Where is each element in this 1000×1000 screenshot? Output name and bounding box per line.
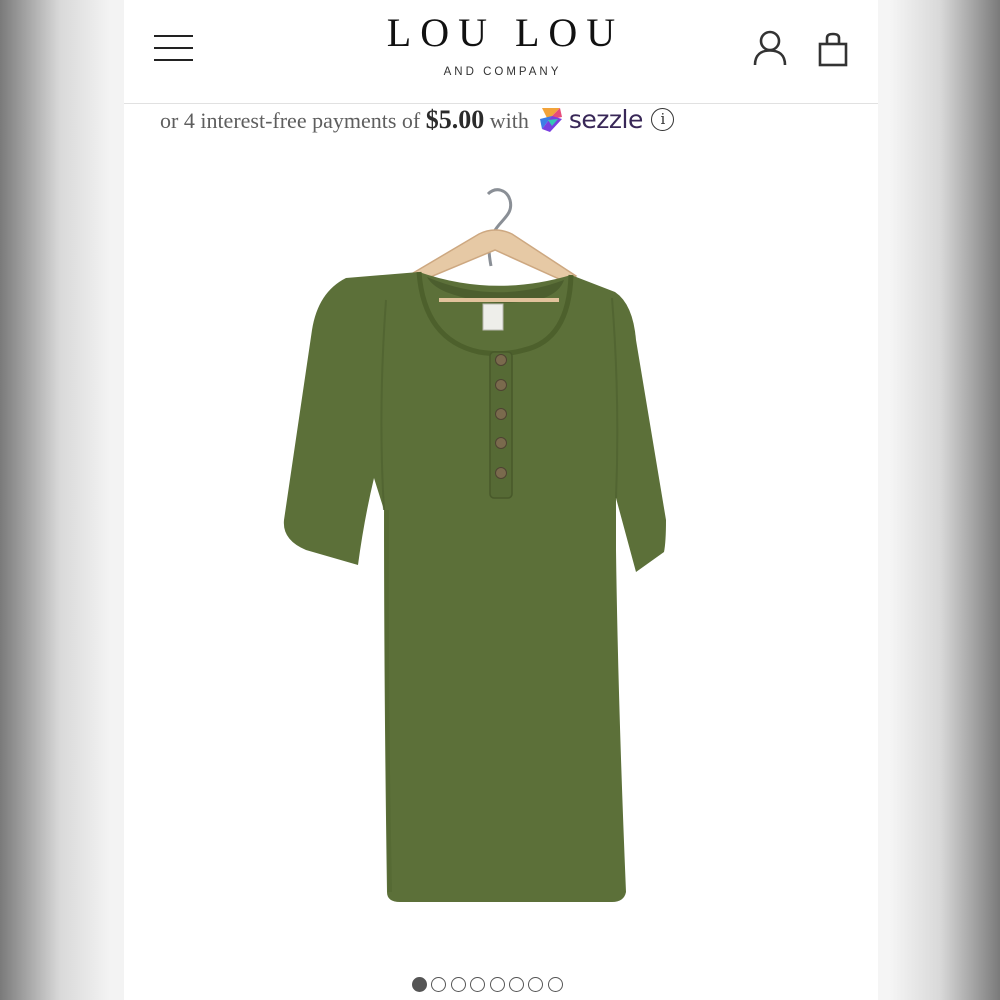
user-account-icon	[753, 30, 787, 66]
shopping-bag-icon	[818, 32, 848, 67]
carousel-dot[interactable]	[489, 977, 505, 992]
logo-subtitle: AND COMPANY	[443, 66, 562, 78]
installment-with: with	[489, 108, 529, 133]
carousel-dot[interactable]	[412, 977, 427, 992]
logo-title: LOU LOU	[386, 10, 625, 55]
carousel-dot[interactable]	[450, 977, 466, 992]
carousel-dot[interactable]	[508, 977, 524, 992]
carousel-dot[interactable]	[431, 977, 447, 992]
carousel-dot[interactable]	[547, 977, 563, 992]
info-icon[interactable]: i	[651, 108, 675, 132]
installment-prefix: or 4 interest-free payments of	[160, 108, 421, 133]
cart-button[interactable]	[814, 30, 852, 70]
carousel-indicators	[412, 977, 567, 995]
brand-logo[interactable]: LOU LOU AND COMPANY	[301, 10, 701, 78]
sezzle-logo-icon	[540, 107, 563, 132]
sezzle-wordmark: sezzle	[568, 104, 643, 134]
menu-button[interactable]	[154, 33, 194, 65]
carousel-dot[interactable]	[470, 977, 486, 992]
installment-amount: $5.00	[425, 105, 485, 134]
site-header: LOU LOU AND COMPANY	[124, 0, 878, 104]
installment-message: or 4 interest-free payments of $5.00 wit…	[160, 98, 675, 142]
carousel-dot[interactable]	[528, 977, 544, 992]
account-button[interactable]	[750, 29, 790, 69]
olive-henley-dress-image	[283, 188, 666, 902]
app-screen: LOU LOU AND COMPANY or 4 interest-free p…	[124, 0, 878, 1000]
